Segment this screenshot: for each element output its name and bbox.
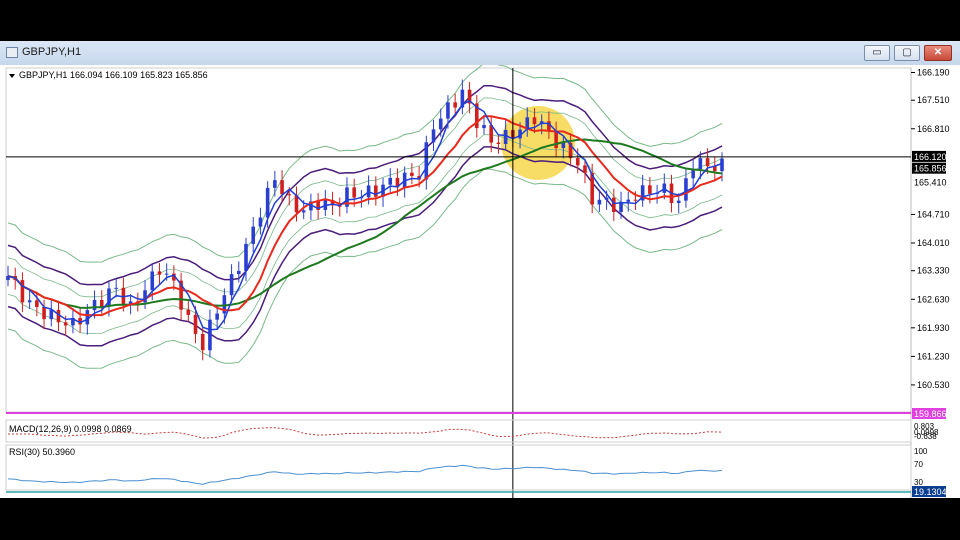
candle-body [583, 165, 587, 173]
candle-body [597, 199, 602, 205]
price-tick-label: 164.710 [917, 209, 950, 219]
candle-body [35, 300, 39, 308]
candle-body [27, 300, 32, 303]
candle-body [229, 274, 234, 296]
ohlc-label: 166.094 166.109 165.823 165.856 [70, 70, 208, 80]
candle-body [157, 271, 162, 275]
bid-price-label: 165.856 [914, 164, 947, 174]
minimize-button[interactable]: ▭ [864, 45, 890, 61]
macd-axis-bottom: -0.638 [914, 432, 937, 441]
candle-body [251, 226, 256, 244]
price-tick-label: 160.530 [917, 380, 950, 390]
price-tick-label: 166.810 [917, 124, 950, 134]
low-level-label: 159.866 [914, 409, 947, 419]
candle-body [684, 178, 688, 201]
candle-body [193, 314, 198, 334]
close-button[interactable]: ✕ [924, 45, 952, 61]
price-tick-label: 162.630 [917, 294, 950, 304]
price-tick-165410: 165.410 [914, 178, 947, 188]
candle-body [287, 194, 292, 196]
candle-body [482, 125, 486, 129]
maximize-button[interactable]: ▢ [894, 45, 920, 61]
candle-body [496, 142, 501, 144]
price-tick-label: 161.230 [917, 351, 950, 361]
price-tick-label: 167.510 [917, 95, 950, 105]
candle-body [42, 307, 46, 320]
candle-body [720, 158, 724, 172]
price-chart[interactable]: 159.866 GBPJPY,H1 166.094 166.109 165.82… [0, 65, 960, 498]
candle-body [424, 142, 429, 180]
candle-body [453, 102, 457, 108]
rsi-axis-70: 70 [914, 460, 923, 469]
candle-body [63, 322, 68, 326]
candle-body [258, 217, 263, 227]
candle-body [388, 177, 393, 185]
candle-body [352, 187, 356, 198]
price-tick-label: 166.190 [917, 67, 950, 77]
price-tick-label: 164.010 [917, 238, 950, 248]
candle-body [705, 158, 710, 167]
candle-body [164, 273, 169, 275]
candle-body [92, 299, 97, 311]
window-title: GBPJPY,H1 [22, 46, 82, 58]
candle-body [604, 197, 609, 200]
rsi-axis-100: 100 [914, 447, 928, 456]
price-tick-label: 161.930 [917, 323, 950, 333]
candle-body [503, 130, 508, 144]
candle-body [554, 131, 558, 149]
candle-body [431, 129, 436, 143]
candle-body [280, 180, 284, 195]
candle-body [410, 172, 414, 177]
candle-body [698, 158, 703, 170]
candle-body [575, 158, 580, 166]
price-tick-label: 163.330 [917, 266, 950, 276]
candle-body [532, 117, 537, 125]
candle-body [612, 197, 616, 212]
chart-window: GBPJPY,H1 ▭ ▢ ✕ 159.866 GBPJPY,H1 166.09… [0, 41, 960, 498]
rsi-label: RSI(30) 50.3960 [9, 447, 75, 457]
candle-body [150, 271, 155, 291]
candle-body [648, 185, 652, 194]
candle-body [294, 195, 299, 213]
candle-body [273, 180, 277, 188]
candle-body [186, 309, 191, 315]
candle-body [561, 142, 566, 149]
candle-body [49, 309, 54, 320]
rsi-axis-30: 30 [914, 478, 923, 487]
rsi-value-label: 19.1304 [914, 487, 947, 497]
crosshair-price-label: 166.120 [914, 152, 947, 162]
candle-body [265, 187, 270, 218]
candle-body [99, 299, 104, 307]
candle-body [626, 199, 631, 202]
candle-body [633, 199, 638, 201]
symbol-label: GBPJPY,H1 [19, 70, 67, 80]
chart-window-icon [6, 47, 18, 58]
candle-body [301, 210, 306, 213]
candle-body [208, 319, 212, 351]
candle-body [85, 310, 90, 325]
candle-body [236, 270, 241, 275]
candle-body [446, 102, 450, 119]
candle-body [114, 287, 118, 289]
candle-body [215, 313, 219, 320]
window-titlebar[interactable]: GBPJPY,H1 ▭ ▢ ✕ [0, 41, 960, 66]
candle-body [200, 333, 205, 351]
candle-body [676, 200, 681, 204]
candle-body [438, 118, 443, 130]
